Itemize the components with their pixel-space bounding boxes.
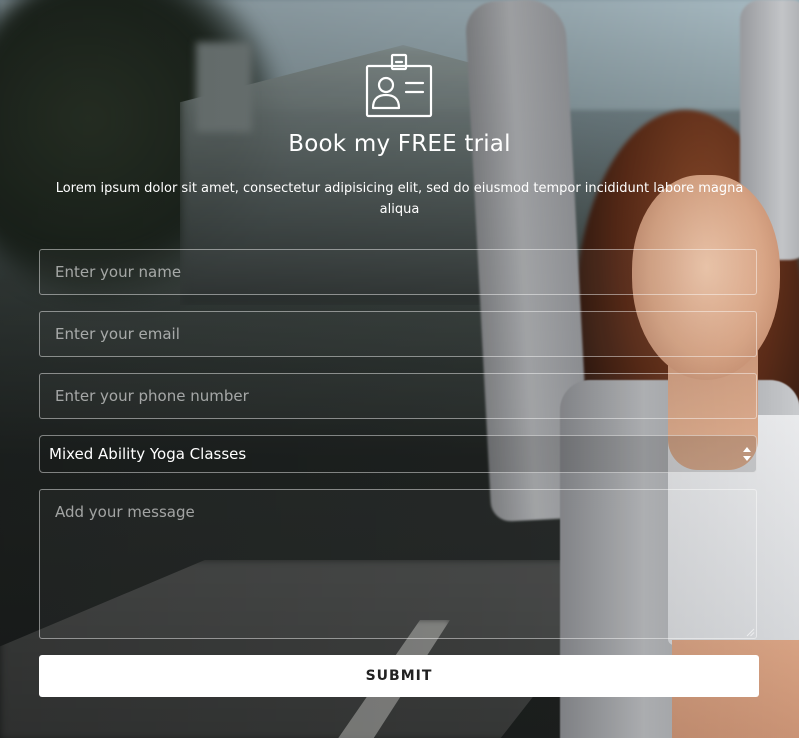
form-subtitle: Lorem ipsum dolor sit amet, consectetur …: [55, 181, 744, 217]
email-input[interactable]: [39, 311, 757, 357]
form-title: Book my FREE trial: [288, 131, 511, 157]
updown-arrows-icon: [743, 447, 751, 461]
resize-handle-icon[interactable]: [745, 627, 755, 637]
class-select-value: Mixed Ability Yoga Classes: [49, 445, 247, 463]
booking-form: Book my FREE trial Lorem ipsum dolor sit…: [0, 0, 799, 738]
class-select[interactable]: Mixed Ability Yoga Classes: [39, 435, 757, 473]
phone-input[interactable]: [39, 373, 757, 419]
id-card-icon: [365, 53, 433, 118]
name-input[interactable]: [39, 249, 757, 295]
submit-button[interactable]: SUBMIT: [39, 655, 759, 697]
message-textarea[interactable]: [39, 489, 757, 639]
trial-booking-page: Book my FREE trial Lorem ipsum dolor sit…: [0, 0, 799, 738]
